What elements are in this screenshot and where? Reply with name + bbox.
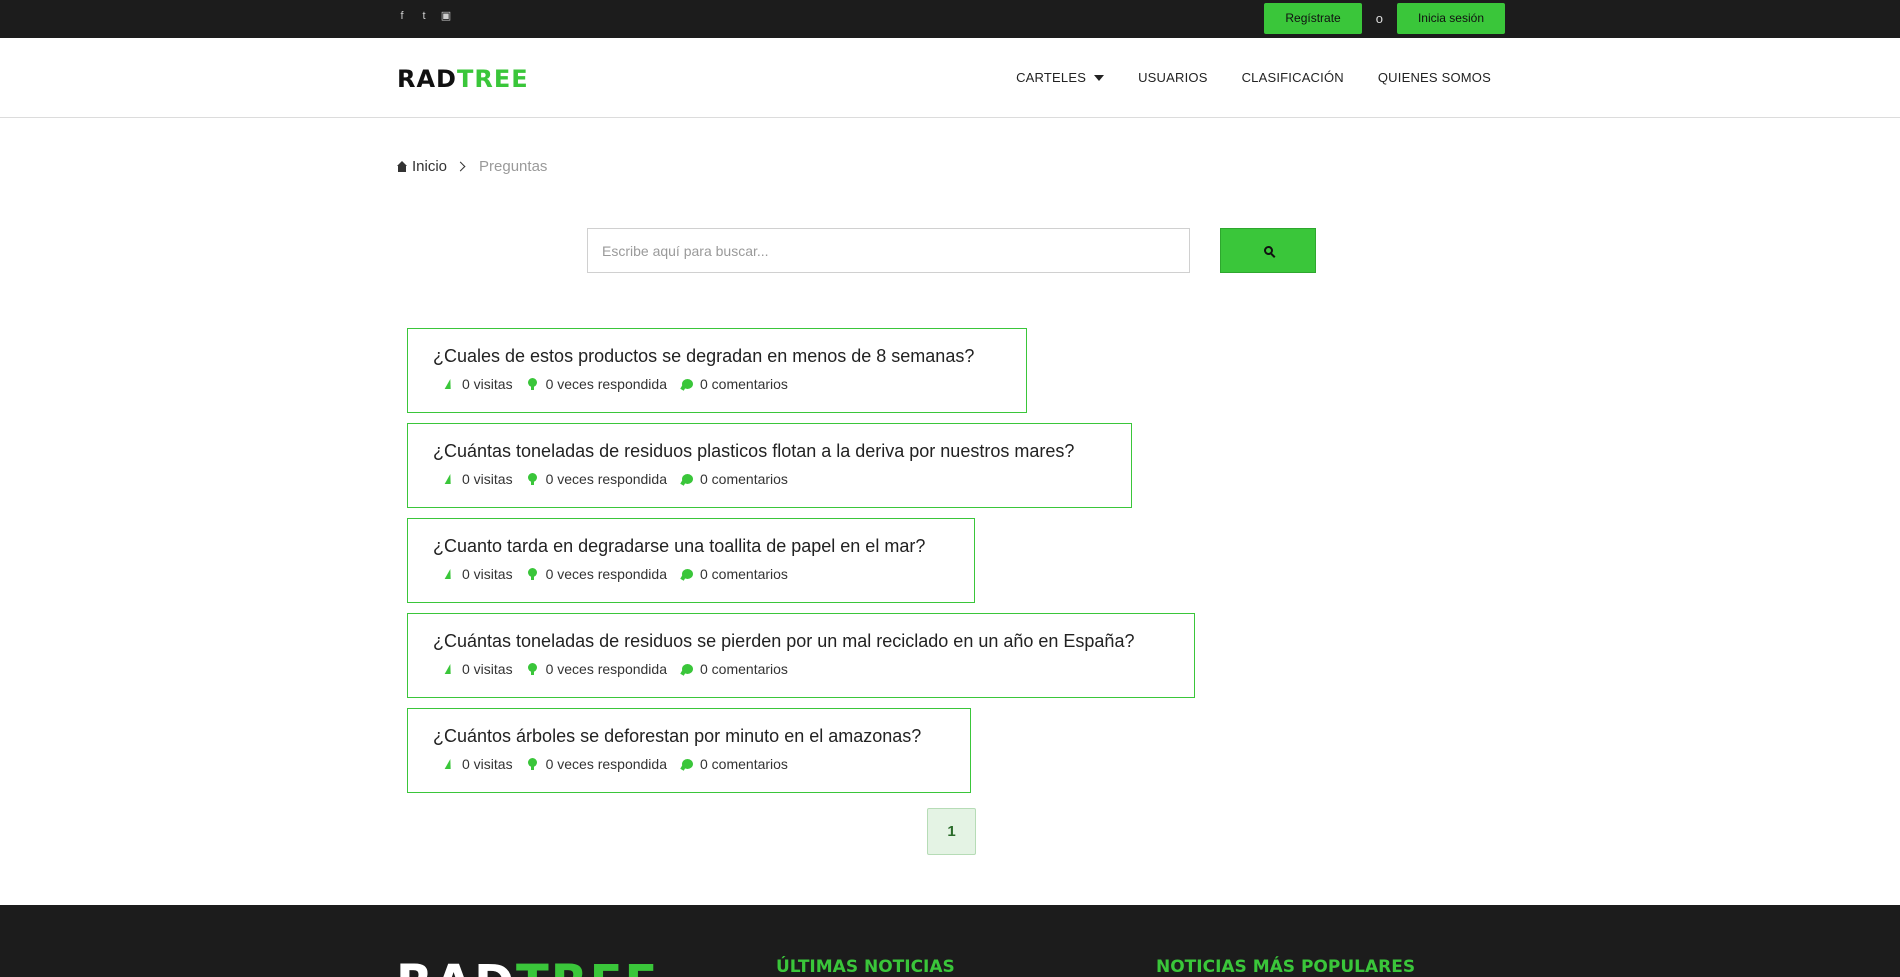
comments-count: 0 comentarios <box>700 566 788 582</box>
answers-stat: 0 veces respondida <box>527 376 667 392</box>
comments-stat: 0 comentarios <box>681 566 788 582</box>
or-separator: o <box>1375 11 1383 26</box>
social-links: f t ▣ <box>396 10 452 22</box>
chat-bubble-icon <box>681 473 693 485</box>
nav-item-label: QUIENES SOMOS <box>1377 70 1491 85</box>
visits-count: 0 visitas <box>462 661 513 677</box>
bolt-icon <box>443 663 455 675</box>
answers-stat: 0 veces respondida <box>527 756 667 772</box>
question-card[interactable]: ¿Cuanto tarda en degradarse una toallita… <box>407 518 975 603</box>
comments-stat: 0 comentarios <box>681 376 788 392</box>
chat-bubble-icon <box>681 568 693 580</box>
visits-count: 0 visitas <box>462 756 513 772</box>
search-icon <box>1263 246 1273 255</box>
question-meta: 0 visitas 0 veces respondida 0 comentari… <box>433 471 1106 487</box>
question-meta: 0 visitas 0 veces respondida 0 comentari… <box>433 566 949 582</box>
footer-logo-text-tree: TREE <box>516 955 659 977</box>
login-button[interactable]: Inicia sesión <box>1396 3 1505 34</box>
comments-count: 0 comentarios <box>700 376 788 392</box>
nav-item-usuarios[interactable]: USUARIOS <box>1138 70 1208 85</box>
visits-stat: 0 visitas <box>443 661 513 677</box>
chat-bubble-icon <box>681 378 693 390</box>
visits-stat: 0 visitas <box>443 566 513 582</box>
chevron-right-icon <box>455 161 466 172</box>
question-title[interactable]: ¿Cuántos árboles se deforestan por minut… <box>433 726 945 747</box>
footer-logo-text-rad: RAD <box>396 955 516 977</box>
lightbulb-icon <box>527 378 539 390</box>
footer-logo[interactable]: RADTREE <box>396 955 659 977</box>
auth-links: Regístrate o Inicia sesión <box>1264 3 1505 34</box>
bolt-icon <box>443 758 455 770</box>
question-card[interactable]: ¿Cuántas toneladas de residuos se pierde… <box>407 613 1195 698</box>
question-title[interactable]: ¿Cuales de estos productos se degradan e… <box>433 346 1001 367</box>
lightbulb-icon <box>527 758 539 770</box>
site-footer: RADTREE ÚLTIMAS NOTICIAS NOTICIAS MÁS PO… <box>0 905 1900 977</box>
answers-count: 0 veces respondida <box>545 471 667 487</box>
comments-stat: 0 comentarios <box>681 471 788 487</box>
answers-count: 0 veces respondida <box>545 756 667 772</box>
caret-down-icon <box>1094 74 1105 81</box>
visits-stat: 0 visitas <box>443 471 513 487</box>
visits-count: 0 visitas <box>462 376 513 392</box>
logo-text-tree: TREE <box>456 65 529 93</box>
answers-stat: 0 veces respondida <box>527 566 667 582</box>
question-title[interactable]: ¿Cuanto tarda en degradarse una toallita… <box>433 536 949 557</box>
question-meta: 0 visitas 0 veces respondida 0 comentari… <box>433 661 1169 677</box>
breadcrumb-current: Preguntas <box>479 158 548 175</box>
comments-count: 0 comentarios <box>700 661 788 677</box>
logo-text-rad: RAD <box>397 65 457 93</box>
site-header: RADTREE CARTELES USUARIOS CLASIFICACIÓN … <box>0 38 1900 118</box>
footer-popular-news-heading: NOTICIAS MÁS POPULARES <box>1156 957 1416 977</box>
search-button[interactable] <box>1220 228 1316 273</box>
comments-count: 0 comentarios <box>700 471 788 487</box>
breadcrumb: Inicio Preguntas <box>396 158 547 175</box>
comments-count: 0 comentarios <box>700 756 788 772</box>
comments-stat: 0 comentarios <box>681 756 788 772</box>
twitter-icon[interactable]: t <box>418 10 430 22</box>
chat-bubble-icon <box>681 663 693 675</box>
bolt-icon <box>443 473 455 485</box>
nav-item-label: USUARIOS <box>1138 70 1208 85</box>
register-button[interactable]: Regístrate <box>1264 3 1362 34</box>
footer-latest-news-heading: ÚLTIMAS NOTICIAS <box>776 957 955 977</box>
facebook-icon[interactable]: f <box>396 10 408 22</box>
nav-item-label: CARTELES <box>1016 70 1087 85</box>
visits-count: 0 visitas <box>462 471 513 487</box>
top-bar: f t ▣ Regístrate o Inicia sesión <box>0 0 1900 38</box>
question-meta: 0 visitas 0 veces respondida 0 comentari… <box>433 756 945 772</box>
question-title[interactable]: ¿Cuántas toneladas de residuos se pierde… <box>433 631 1169 652</box>
nav-item-quienes-somos[interactable]: QUIENES SOMOS <box>1378 70 1491 85</box>
lightbulb-icon <box>527 473 539 485</box>
comments-stat: 0 comentarios <box>681 661 788 677</box>
question-title[interactable]: ¿Cuántas toneladas de residuos plasticos… <box>433 441 1106 462</box>
breadcrumb-home-link[interactable]: Inicio <box>412 158 447 175</box>
instagram-icon[interactable]: ▣ <box>440 10 452 22</box>
main-nav: CARTELES USUARIOS CLASIFICACIÓN QUIENES … <box>1016 70 1491 85</box>
question-card[interactable]: ¿Cuales de estos productos se degradan e… <box>407 328 1027 413</box>
lightbulb-icon <box>527 663 539 675</box>
nav-item-carteles[interactable]: CARTELES <box>1016 70 1105 85</box>
bolt-icon <box>443 568 455 580</box>
nav-item-label: CLASIFICACIÓN <box>1241 70 1344 85</box>
answers-count: 0 veces respondida <box>545 566 667 582</box>
answers-count: 0 veces respondida <box>545 661 667 677</box>
home-icon <box>396 160 408 173</box>
bolt-icon <box>443 378 455 390</box>
visits-stat: 0 visitas <box>443 376 513 392</box>
visits-count: 0 visitas <box>462 566 513 582</box>
pagination-page-current[interactable]: 1 <box>927 808 976 855</box>
visits-stat: 0 visitas <box>443 756 513 772</box>
site-logo[interactable]: RADTREE <box>397 65 529 93</box>
search-input[interactable] <box>587 228 1190 273</box>
question-card[interactable]: ¿Cuántos árboles se deforestan por minut… <box>407 708 971 793</box>
lightbulb-icon <box>527 568 539 580</box>
nav-item-clasificacion[interactable]: CLASIFICACIÓN <box>1242 70 1344 85</box>
question-card[interactable]: ¿Cuántas toneladas de residuos plasticos… <box>407 423 1132 508</box>
answers-stat: 0 veces respondida <box>527 471 667 487</box>
question-meta: 0 visitas 0 veces respondida 0 comentari… <box>433 376 1001 392</box>
chat-bubble-icon <box>681 758 693 770</box>
answers-count: 0 veces respondida <box>545 376 667 392</box>
answers-stat: 0 veces respondida <box>527 661 667 677</box>
